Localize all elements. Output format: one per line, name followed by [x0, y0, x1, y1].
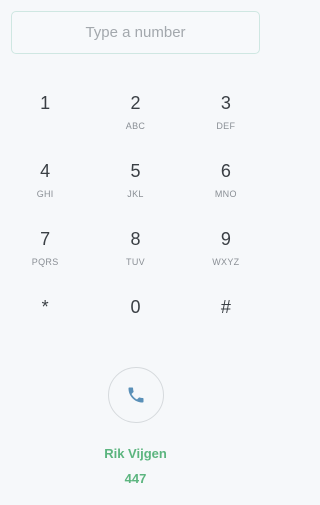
key-4[interactable]: 4 GHI: [0, 148, 90, 216]
key-digit: *: [41, 297, 49, 317]
key-8[interactable]: 8 TUV: [90, 216, 180, 284]
key-digit: 9: [220, 229, 231, 249]
key-letters: TUV: [126, 257, 145, 267]
key-digit: 6: [220, 161, 231, 181]
call-button[interactable]: [108, 367, 164, 423]
key-letters: WXYZ: [212, 257, 240, 267]
key-letters: DEF: [216, 121, 236, 131]
key-0[interactable]: 0: [90, 284, 180, 352]
contact-name: Rik Vijgen: [104, 446, 167, 461]
contact-number: 447: [124, 471, 147, 486]
key-digit: 0: [130, 297, 141, 317]
keypad: 1 2 ABC 3 DEF 4 GHI 5 JKL 6 MNO 7 PQRS 8…: [0, 80, 271, 352]
key-7[interactable]: 7 PQRS: [0, 216, 90, 284]
phone-icon: [128, 387, 144, 403]
key-letters: MNO: [214, 189, 237, 199]
key-letters: GHI: [36, 189, 54, 199]
key-digit: 2: [130, 93, 141, 113]
keypad-row: * 0 #: [0, 284, 271, 352]
key-digit: 1: [40, 93, 51, 113]
key-digit: 3: [220, 93, 231, 113]
key-star[interactable]: *: [0, 284, 90, 352]
keypad-row: 7 PQRS 8 TUV 9 WXYZ: [0, 216, 271, 284]
key-digit: 5: [130, 161, 141, 181]
key-1[interactable]: 1: [0, 80, 90, 148]
key-2[interactable]: 2 ABC: [90, 80, 180, 148]
key-digit: 8: [130, 229, 141, 249]
key-digit: 4: [40, 161, 51, 181]
keypad-row: 4 GHI 5 JKL 6 MNO: [0, 148, 271, 216]
key-hash[interactable]: #: [181, 284, 271, 352]
key-letters: ABC: [125, 121, 146, 131]
number-input[interactable]: [11, 11, 260, 54]
key-digit: #: [220, 297, 231, 317]
key-digit: 7: [40, 229, 51, 249]
key-6[interactable]: 6 MNO: [181, 148, 271, 216]
key-letters: JKL: [127, 189, 144, 199]
key-9[interactable]: 9 WXYZ: [181, 216, 271, 284]
key-3[interactable]: 3 DEF: [181, 80, 271, 148]
key-letters: PQRS: [31, 257, 59, 267]
keypad-row: 1 2 ABC 3 DEF: [0, 80, 271, 148]
key-5[interactable]: 5 JKL: [90, 148, 180, 216]
